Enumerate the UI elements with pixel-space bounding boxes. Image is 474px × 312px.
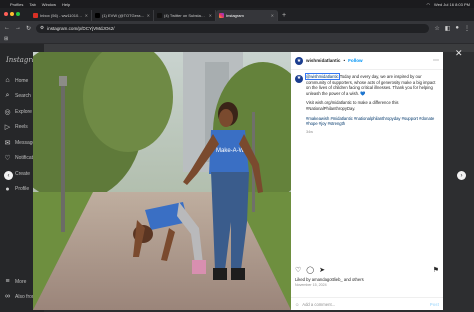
caption-time: 34w [306,129,313,134]
more-options-icon[interactable]: ⋯ [433,57,439,64]
follow-button[interactable]: Follow [348,58,363,63]
post-caption: ★ @wishmidatlantic Today and every day, … [295,73,439,135]
x-favicon-icon [157,13,162,18]
browser-tab-gmail[interactable]: Inbox (56) - ww11010@gmai ✕ [30,10,92,21]
reload-icon[interactable]: ↻ [26,25,31,32]
tab-close-icon[interactable]: ✕ [271,13,274,18]
profile-icon: ● [5,185,10,193]
wifi-icon[interactable]: ◠ [427,2,431,7]
post-comment-button[interactable]: Post [430,302,439,307]
home-icon: ⌂ [5,77,10,84]
tab-close-icon[interactable]: ✕ [147,13,150,18]
browser-tab-strip: Inbox (56) - ww11010@gmai ✕ (1) EVW (@TO… [0,8,474,21]
profile-avatar-icon[interactable]: ● [455,25,459,32]
feed-background [44,44,474,52]
sidebar-item-label: Create [15,170,31,177]
sidebar-item-label: Home [15,77,29,84]
comment-input[interactable]: Add a comment... [302,302,335,307]
minimize-window-button[interactable] [10,12,14,16]
sidebar-item-also-from[interactable]: ∞ Also from [4,293,36,300]
sidebar-item-label: More [15,278,27,285]
caption-hashtags[interactable]: #makeawish #midatlantic #nationalphilant… [306,116,439,127]
emoji-icon[interactable]: ☺ [295,302,299,307]
maximize-window-button[interactable] [16,12,20,16]
likes-text: Liked by amandagottlieb_ and others [295,277,364,282]
menubar-datetime[interactable]: Wed Jul 16 8:03 PM [434,2,470,7]
close-window-button[interactable] [4,12,8,16]
instagram-page: Instagram ⌂ Home ⌕ Search ◎ Explore ▷ Reels ✉ Mes… [0,44,474,312]
caption-body: @wishmidatlantic Today and every day, we… [305,73,439,135]
post-header: ★ wishmidatlantic • Follow ⋯ [291,52,443,70]
bookmark-star-icon[interactable]: ☆ [434,25,439,32]
menu-window[interactable]: Window [42,2,56,7]
tab-label: Inbox (56) - ww11010@gmai [40,13,83,18]
sidebar-item-profile[interactable]: ● Profile [4,186,29,193]
bookmarks-bar: ⊞ [0,35,474,44]
avatar[interactable]: ★ [295,75,303,83]
browser-tab-substack[interactable]: (4) Twitter on Substack _ ✕ [154,10,216,21]
post-details-panel: ★ wishmidatlantic • Follow ⋯ ★ @wishmida… [291,52,443,310]
apps-grid-icon[interactable]: ⊞ [4,36,8,42]
post-date: November 15, 2024 [295,283,327,287]
share-send-icon[interactable]: ➤ [319,266,325,274]
sidebar-item-home[interactable]: ⌂ Home [4,77,28,84]
new-tab-button[interactable]: + [282,10,286,21]
menu-help[interactable]: Help [62,2,70,7]
back-arrow-icon[interactable]: ← [4,25,10,31]
tab-label: (1) EVW (@TOTGerant) / X [102,13,145,18]
heart-icon: ♡ [4,155,11,162]
avatar[interactable]: ★ [295,56,303,65]
sidebar-item-label: Reels [15,124,28,130]
address-url: instagram.com/p/DCYjVMdJOs2/ [47,25,115,31]
gmail-favicon-icon [33,13,38,18]
search-icon: ⌕ [5,92,10,99]
instagram-favicon-icon [219,13,224,18]
post-photo[interactable]: Make-A-Wish [33,52,291,310]
tab-close-icon[interactable]: ✕ [85,13,88,18]
macos-menubar: Profiles Tab Window Help ◠ Wed Jul 16 8:… [0,0,474,8]
save-bookmark-icon[interactable]: ⚑ [433,266,439,274]
site-info-icon[interactable]: ⚙ [40,25,44,31]
browser-toolbar: ← → ↻ ⚙ instagram.com/p/DCYjVMdJOs2/ ☆ ◧… [0,21,474,35]
post-username[interactable]: wishmidatlantic [306,58,340,63]
sidebar-item-reels[interactable]: ▷ Reels [4,124,28,131]
browser-tab-instagram[interactable]: Instagram ✕ [216,10,278,21]
post-actions: ♡ ◯ ➤ ⚑ [295,266,439,274]
likes-count[interactable]: Liked by amandagottlieb_ and others [295,277,364,282]
previous-post-button[interactable]: ‹ [4,171,13,180]
sidebar-item-label: Profile [15,186,30,192]
browser-tab-x[interactable]: (1) EVW (@TOTGerant) / X ✕ [92,10,154,21]
close-modal-icon[interactable]: ✕ [455,48,463,59]
x-favicon-icon [95,13,100,18]
sidebar-item-more[interactable]: ≡ More [4,278,26,285]
browser-menu-icon[interactable]: ⋮ [464,25,470,32]
menu-icon: ≡ [5,278,10,285]
sidebar-item-label: Explore [15,108,32,115]
reels-icon: ▷ [4,124,11,131]
next-post-button[interactable]: › [457,171,466,180]
comment-box: ☺ Add a comment... Post [291,297,443,310]
caption-mention[interactable]: @wishmidatlantic [305,73,340,80]
like-heart-icon[interactable]: ♡ [295,266,301,274]
post-image: Make-A-Wish [33,52,291,310]
menu-tab[interactable]: Tab [29,2,35,7]
tab-label: (4) Twitter on Substack _ [164,13,207,18]
caption-text-2: Visit wish.org/midatlantic to make a dif… [306,100,399,111]
sidebar-item-explore[interactable]: ◎ Explore [4,108,32,116]
meta-icon: ∞ [5,293,10,300]
menu-profiles[interactable]: Profiles [10,2,23,7]
comment-bubble-icon[interactable]: ◯ [306,266,314,274]
address-bar[interactable]: ⚙ instagram.com/p/DCYjVMdJOs2/ [36,23,430,33]
messages-icon: ✉ [4,139,11,147]
tab-label: Instagram [226,13,244,18]
window-controls [4,12,20,16]
screen: Profiles Tab Window Help ◠ Wed Jul 16 8:… [0,0,474,312]
tab-close-icon[interactable]: ✕ [209,13,212,18]
sidebar-item-search[interactable]: ⌕ Search [4,92,31,100]
forward-arrow-icon[interactable]: → [15,25,21,31]
extensions-icon[interactable]: ◧ [445,25,451,32]
separator-dot: • [343,58,346,63]
sidebar-item-label: Search [15,93,31,99]
explore-icon: ◎ [4,108,11,116]
